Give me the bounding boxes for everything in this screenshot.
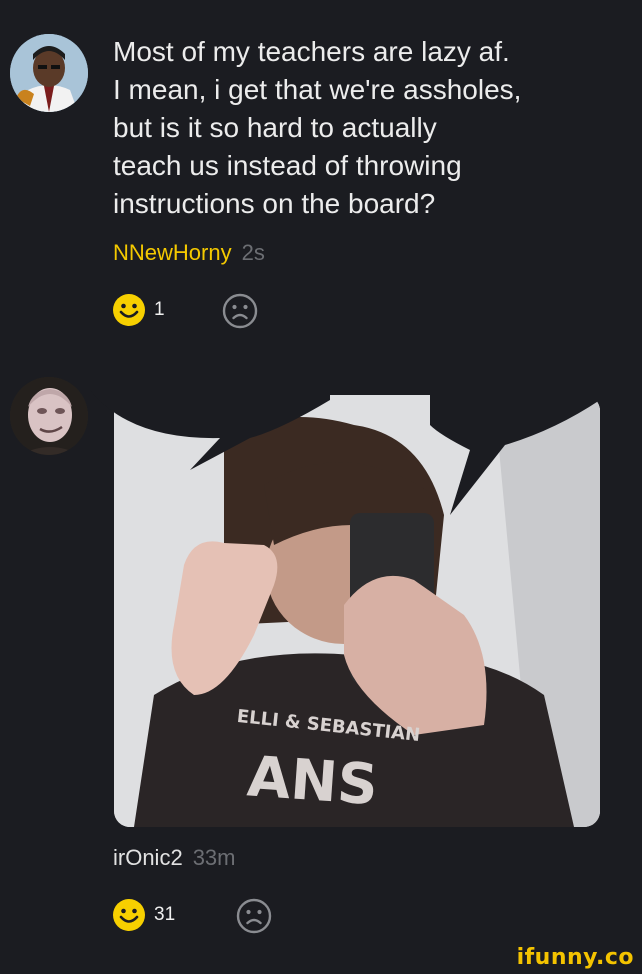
comment-1-line: instructions on the board?	[113, 188, 436, 219]
commenter-avatar-2[interactable]	[10, 377, 88, 455]
avatar-2-image	[10, 377, 88, 455]
comment-2-smile-count: 31	[154, 904, 176, 925]
comment-1-line: I mean, i get that we're assholes,	[113, 74, 522, 105]
smile-icon	[113, 899, 145, 931]
comment-1-body: Most of my teachers are lazy af. I mean,…	[113, 33, 613, 223]
comment-2-smile-button[interactable]: 31	[112, 898, 175, 932]
smile-icon	[113, 294, 145, 326]
comment-2-meta: irOnic2 33m	[113, 845, 235, 871]
frown-icon	[236, 898, 272, 934]
speech-bubble-tail	[430, 395, 600, 515]
comment-1-time: 2s	[241, 240, 265, 265]
avatar-1-image	[10, 34, 88, 112]
comment-2-time: 33m	[192, 845, 236, 870]
comment-1-line: Most of my teachers are lazy af.	[113, 36, 510, 67]
comment-1-username[interactable]: NNewHorny	[113, 240, 232, 265]
shirt-logo-text: ANS	[245, 744, 380, 818]
comment-1-line: teach us instead of throwing	[113, 150, 462, 181]
comment-1-smile-button[interactable]: 1	[112, 293, 165, 327]
frown-icon	[222, 293, 258, 329]
ifunny-logo: ifunny.co	[516, 945, 634, 970]
comment-1-meta: NNewHorny 2s	[113, 240, 265, 266]
comment-2-frown-button[interactable]	[236, 898, 272, 934]
comment-1-smile-count: 1	[154, 299, 165, 320]
speech-bubble	[90, 360, 330, 470]
commenter-avatar-1[interactable]	[10, 34, 88, 112]
comment-2-username[interactable]: irOnic2	[113, 845, 183, 870]
comment-1-line: but is it so hard to actually	[113, 112, 437, 143]
comment-1-frown-button[interactable]	[222, 293, 258, 329]
